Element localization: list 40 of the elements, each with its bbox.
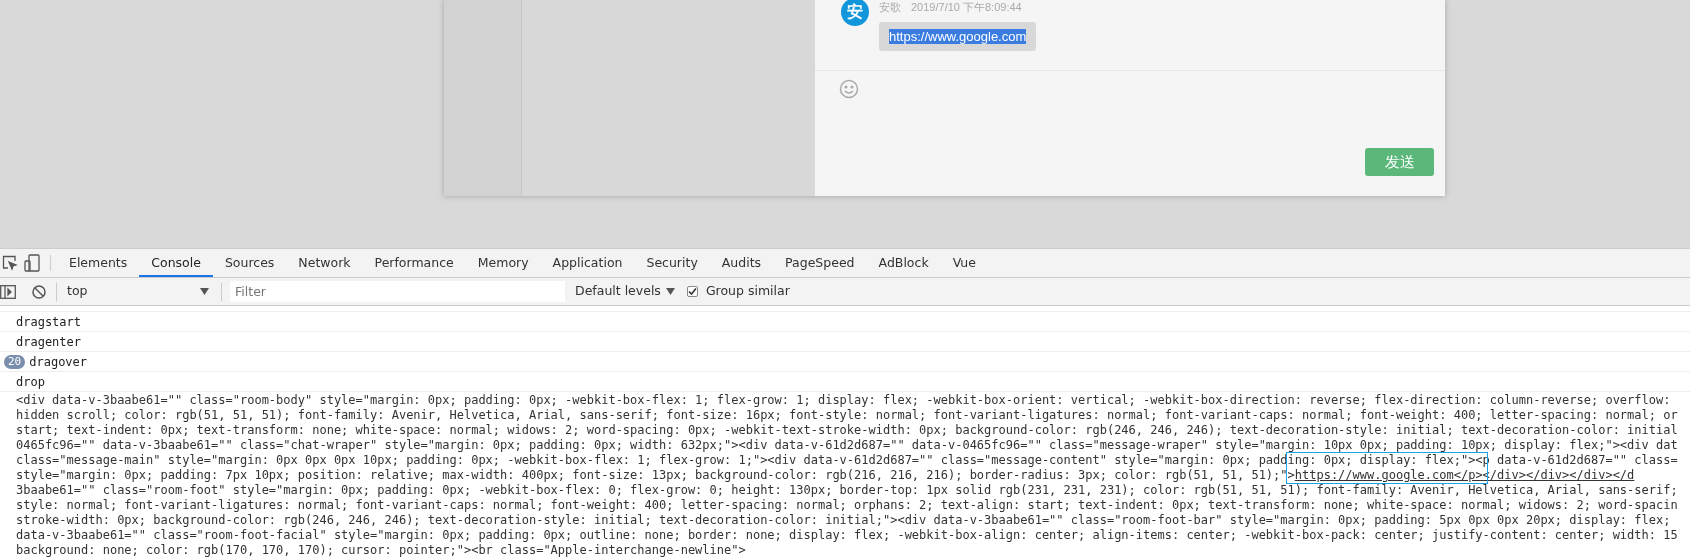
clear-icon[interactable] (32, 284, 46, 299)
console-output-line: style: normal; font-variant-ligatures: normal; font-variant-caps: normal; font-weight: 400; letter-spacing: normal; orphans: 2; text-align: start; text-indent: 0px; text-transform: none; white-space: normal; widows: 2; word-spacin (16, 498, 1679, 513)
devtools-tab[interactable]: Audits (709, 249, 774, 277)
devtools-tab[interactable]: AdBlock (866, 249, 941, 277)
devtools-tab[interactable]: Application (540, 249, 635, 277)
device-icon[interactable] (24, 254, 40, 272)
context-select[interactable]: top (63, 282, 213, 301)
console-message: drop (0, 372, 1690, 392)
group-similar-checkbox[interactable] (686, 286, 698, 297)
filter-field[interactable]: Filter (230, 281, 565, 302)
console-output-line: data-v-3baabe61="" class="room-foot-facial" style="margin: 0px; padding: 0px; outline: none; border: none; display: flex; -webkit-box-align: center; align-items: center; -webkit-box-pack: center; justify-content: center; width: 15 (16, 528, 1679, 543)
console-output-line: 3baabe61="" class="room-foot" style="margin: 0px; padding: 0px; -webkit-box-flex: 0; flex-grow: 0; height: 130px; border-top: 1px solid rgb(231, 231, 231); color: rgb(51, 51, 51); font-family: Avenir, Helvetica, Arial, sans-serif; (16, 483, 1679, 498)
console-output-line: <div data-v-3baabe61="" class="room-body" style="margin: 0px; padding: 0px; -webkit-box-flex: 1; flex-grow: 1; display: flex; -webkit-box-orient: vertical; -webkit-box-direction: reverse; flex-direction: column-reverse; overflow: (16, 393, 1672, 408)
sender-name: 安歌 (879, 0, 901, 15)
console-message: 20 dragover (0, 352, 1690, 372)
console-message: dragstart (0, 312, 1690, 332)
message-time: 2019/7/10 下午8:09:44 (911, 0, 1022, 15)
devtools-tab[interactable]: PageSpeed (773, 249, 867, 277)
devtools-tab[interactable]: Network (286, 249, 363, 277)
sidebar-toggle-icon[interactable] (0, 284, 16, 299)
console-output-line: 0465fc96="" data-v-3baabe61="" class="chat-wraper" style="margin: 0px; padding: 0px; width: 632px;"><div data-v-61d2d687="" data-v-0465fc96="" class="message-wraper" style="margin: 10px 0px; padding: 10px; display: flex;"><div dat (16, 438, 1679, 453)
repeat-count-badge: 20 (4, 354, 26, 369)
message-bubble: https://www.google.com (879, 21, 1037, 51)
levels-dropdown[interactable]: Default levels (575, 282, 675, 301)
console-output-line: start; text-indent: 0px; text-transform: none; white-space: normal; widows: 2; word-spacing: 0px; -webkit-text-stroke-width: 0px; background-color: rgb(246, 246, 246); text-decoration-style: initial; text-decoration-color: initial (16, 423, 1679, 438)
devtools-tab[interactable]: Elements (57, 249, 140, 277)
console-output-line: hidden scroll; color: rgb(51, 51, 51); font-family: Avenir, Helvetica, Arial, sans-serif; font-size: 16px; font-style: normal; font-variant-ligatures: normal; font-variant-caps: normal; font-weight: 400; letter-spacing: normal; or (16, 408, 1679, 423)
devtools-tab[interactable]: Vue (940, 249, 988, 277)
group-similar-label: Group similar (705, 282, 790, 301)
dropdown-caret-icon (665, 288, 675, 295)
avatar: 安 (841, 0, 869, 26)
dropdown-caret-icon (200, 288, 209, 295)
devtools-tab[interactable]: Performance (362, 249, 466, 277)
devtools-tab[interactable]: Security (634, 249, 710, 277)
console-output-line: background: none; color: rgb(170, 170, 170); cursor: pointer;"><br class="Apple-interchange-newline"> (16, 543, 747, 558)
devtools-tab[interactable]: Memory (465, 249, 541, 277)
inspect-icon[interactable] (2, 255, 18, 271)
devtools-tab[interactable]: Sources (212, 249, 287, 277)
console-message: dragenter (0, 332, 1690, 352)
console-output-line: stroke-width: 0px; background-color: rgb(246, 246, 246); text-decoration-style: initial; text-decoration-color: initial;"><div data-v-3baabe61="" class="room-foot-bar" style="margin: 0px; padding: 5px 0px 0px 20px; display: flex; (16, 513, 1672, 528)
